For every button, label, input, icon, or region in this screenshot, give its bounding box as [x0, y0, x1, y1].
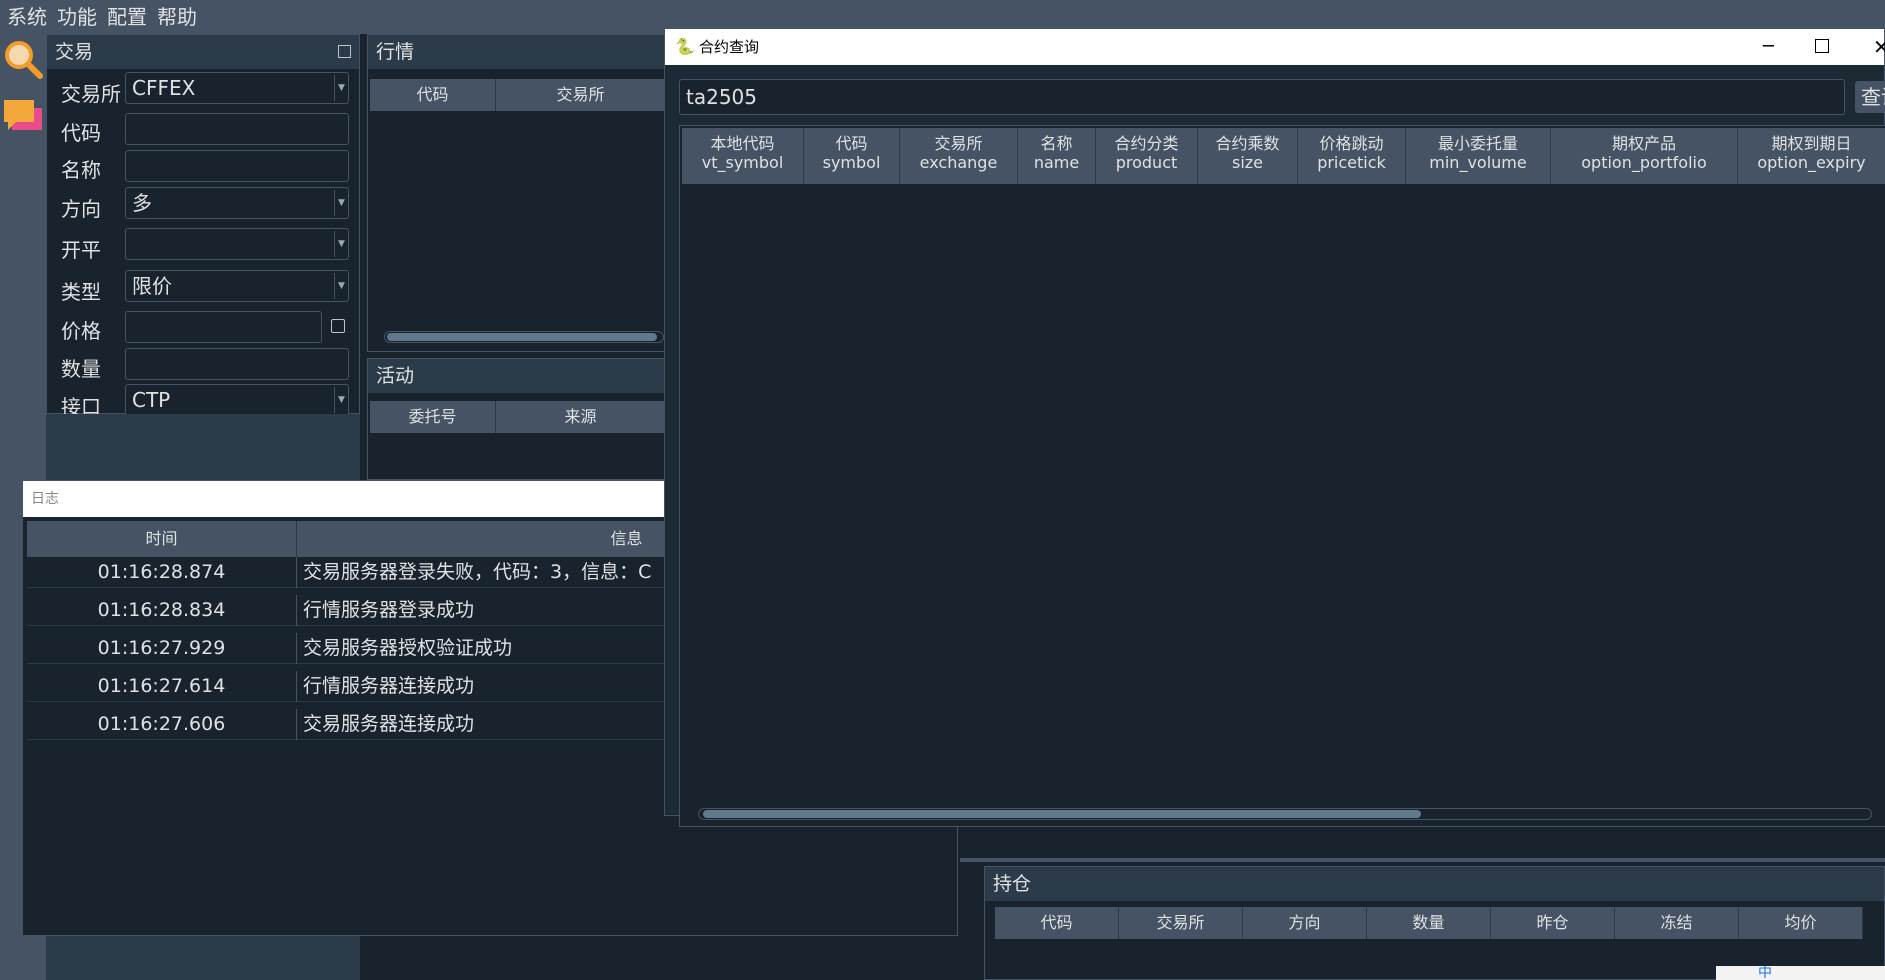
menu-system[interactable]: 系统: [2, 0, 52, 34]
log-msg: 交易服务器登录失败，代码：3，信息：C: [303, 561, 652, 583]
trade-panel-title: 交易: [47, 35, 359, 69]
symbol-label: 代码: [61, 121, 101, 145]
chevron-down-icon: ▼: [334, 75, 348, 101]
float-icon[interactable]: [338, 45, 351, 58]
offset-combo[interactable]: ▼: [125, 228, 349, 260]
log-msg: 交易服务器授权验证成功: [303, 637, 513, 659]
search-icon[interactable]: [2, 38, 46, 82]
price-checkbox[interactable]: [331, 319, 345, 333]
contract-col-option-portfolio[interactable]: 期权产品 option_portfolio: [1551, 128, 1738, 184]
log-time: 01:16:27.614: [27, 671, 297, 702]
log-time: 01:16:28.834: [27, 595, 297, 626]
app-logo-icon: 🐍: [675, 37, 695, 56]
contract-col-exchange[interactable]: 交易所 exchange: [900, 128, 1018, 184]
menu-function[interactable]: 功能: [52, 0, 102, 34]
close-icon[interactable]: ✕: [1873, 29, 1885, 65]
contract-col-pricetick[interactable]: 价格跳动 pricetick: [1298, 128, 1406, 184]
contract-hscrollbar[interactable]: [698, 808, 1872, 820]
price-input[interactable]: [125, 311, 322, 343]
contract-col-option-expiry[interactable]: 期权到期日 option_expiry: [1738, 128, 1885, 184]
contract-col-size[interactable]: 合约乘数 size: [1198, 128, 1298, 184]
log-window-title: 日志: [31, 491, 59, 507]
name-label: 名称: [61, 158, 101, 182]
market-col-exchange[interactable]: 交易所: [496, 79, 666, 111]
exchange-label: 交易所: [61, 82, 121, 106]
position-col-yd-volume[interactable]: 昨仓: [1491, 907, 1615, 939]
exchange-combo[interactable]: CFFEX ▼: [125, 72, 349, 104]
chevron-down-icon: ▼: [334, 190, 348, 216]
contract-query-window: 🐍 合约查询 ─ ✕ ta2505 查询 本地代码vt_symbol 代码sym…: [664, 28, 1885, 827]
market-hscrollbar[interactable]: [384, 331, 664, 343]
menu-config[interactable]: 配置: [102, 0, 152, 34]
contract-col-name[interactable]: 名称 name: [1018, 128, 1096, 184]
activity-col-orderid[interactable]: 委托号: [370, 401, 496, 433]
log-col-time[interactable]: 时间: [27, 521, 297, 557]
contract-col-symbol[interactable]: 代码 symbol: [804, 128, 900, 184]
log-time: 01:16:27.606: [27, 709, 297, 740]
position-col-frozen[interactable]: 冻结: [1615, 907, 1739, 939]
market-panel-title: 行情: [368, 35, 666, 69]
direction-combo[interactable]: 多 ▼: [125, 187, 349, 219]
contract-col-vt-symbol[interactable]: 本地代码 vt_symbol: [682, 128, 804, 184]
type-combo[interactable]: 限价 ▼: [125, 270, 349, 302]
price-label: 价格: [61, 319, 101, 343]
log-time: 01:16:27.929: [27, 633, 297, 664]
menu-help[interactable]: 帮助: [152, 0, 202, 34]
position-panel: 持仓 代码 交易所 方向 数量 昨仓 冻结 均价: [984, 866, 1885, 980]
market-col-symbol[interactable]: 代码: [370, 79, 496, 111]
activity-panel: 活动 委托号 来源: [367, 358, 667, 480]
trade-panel: 交易 交易所 CFFEX ▼ 代码 名称 方向 多 ▼ 开平 ▼ 类型 限价 ▼ 价格…: [46, 34, 360, 419]
position-col-price[interactable]: 均价: [1739, 907, 1863, 939]
position-col-volume[interactable]: 数量: [1367, 907, 1491, 939]
chevron-down-icon: ▼: [334, 387, 348, 413]
name-input[interactable]: [125, 150, 349, 182]
activity-panel-title: 活动: [368, 359, 666, 393]
splitter[interactable]: [960, 858, 1885, 862]
contract-window-title: 合约查询: [699, 38, 760, 56]
type-label: 类型: [61, 280, 101, 304]
maximize-icon[interactable]: [1815, 39, 1829, 53]
log-msg: 行情服务器连接成功: [303, 675, 475, 697]
symbol-input[interactable]: [125, 113, 349, 145]
contract-window-titlebar[interactable]: 🐍 合约查询 ─ ✕: [665, 29, 1885, 65]
minimize-icon[interactable]: ─: [1763, 29, 1774, 65]
market-panel: 行情 代码 交易所: [367, 34, 667, 352]
log-msg: 交易服务器连接成功: [303, 713, 475, 735]
activity-col-source[interactable]: 来源: [496, 401, 666, 433]
chevron-down-icon: ▼: [334, 273, 348, 299]
ime-bar[interactable]: 中: [1716, 966, 1885, 980]
volume-label: 数量: [61, 357, 101, 381]
position-col-exchange[interactable]: 交易所: [1119, 907, 1243, 939]
log-time: 01:16:28.874: [27, 557, 297, 588]
contract-col-min-volume[interactable]: 最小委托量 min_volume: [1406, 128, 1551, 184]
position-col-symbol[interactable]: 代码: [995, 907, 1119, 939]
gateway-combo[interactable]: CTP ▼: [125, 384, 349, 416]
chevron-down-icon: ▼: [334, 231, 348, 257]
contract-col-product[interactable]: 合约分类 product: [1096, 128, 1198, 184]
log-msg: 行情服务器登录成功: [303, 599, 475, 621]
ime-mode: 中: [1758, 966, 1772, 980]
query-button[interactable]: 查询: [1855, 81, 1885, 113]
contract-search-input[interactable]: ta2505: [679, 79, 1845, 115]
chat-icon[interactable]: [2, 98, 46, 142]
position-panel-title: 持仓: [985, 867, 1884, 901]
position-col-direction[interactable]: 方向: [1243, 907, 1367, 939]
offset-label: 开平: [61, 238, 101, 262]
contract-table: 本地代码 vt_symbol 代码 symbol 交易所 exchange 名称 nam…: [679, 125, 1885, 827]
direction-label: 方向: [61, 197, 101, 221]
volume-input[interactable]: [125, 348, 349, 380]
